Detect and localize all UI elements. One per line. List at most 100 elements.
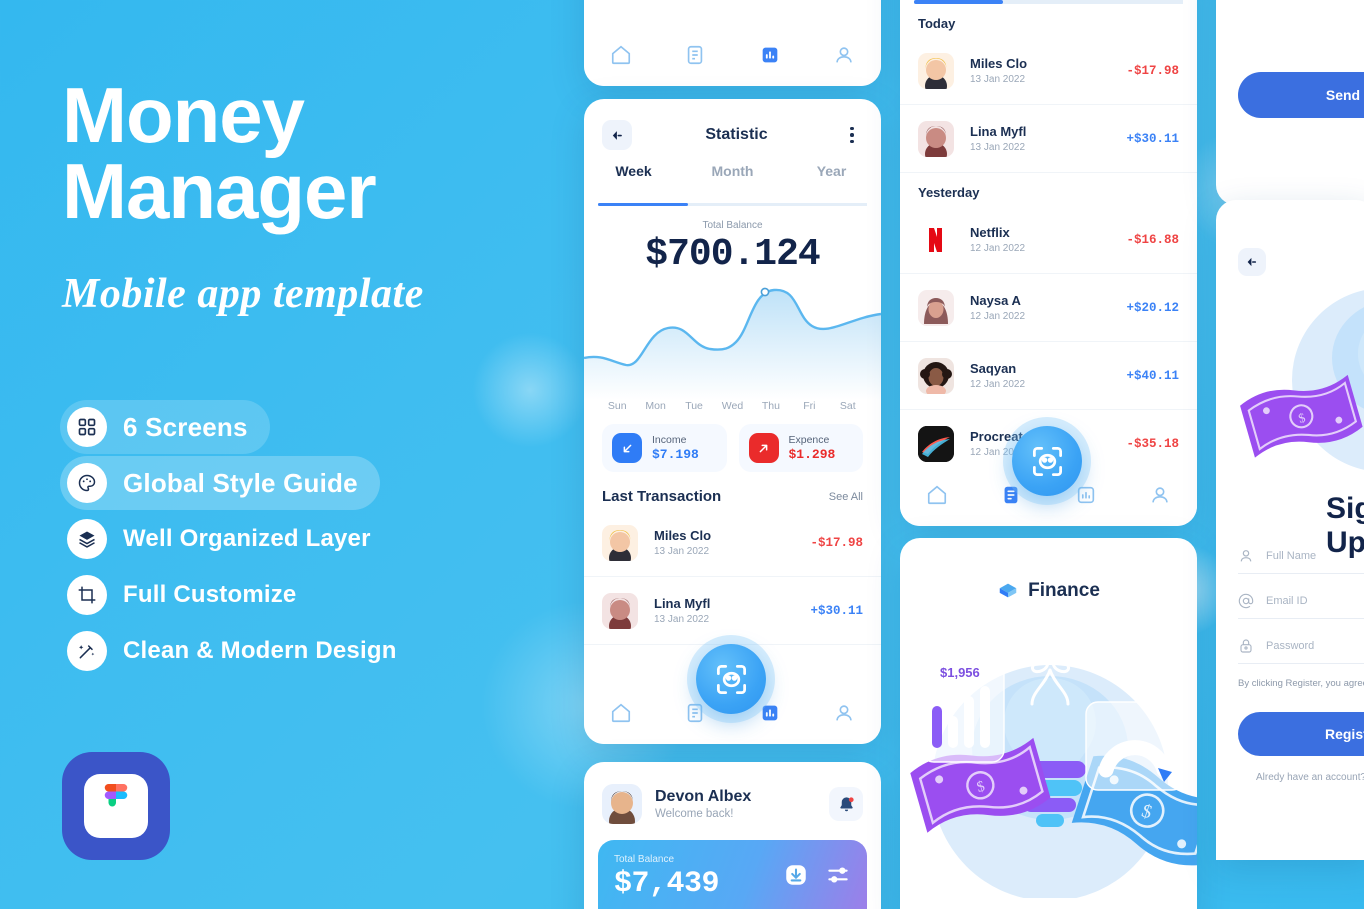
progress-bar [914, 0, 1183, 4]
nav-profile[interactable] [807, 44, 881, 66]
table-row[interactable]: Naysa A 12 Jan 2022 +$20.12 [900, 274, 1197, 342]
transaction-name: Lina Myfl [654, 596, 711, 611]
email-field[interactable]: Email ID [1238, 593, 1364, 619]
table-row[interactable]: Lina Myfl 13 Jan 2022 +$30.11 [584, 577, 881, 645]
chart-marker [760, 287, 770, 297]
row-text: Lina Myfl 13 Jan 2022 [970, 124, 1126, 153]
group-title-yesterday: Yesterday [918, 185, 980, 200]
back-arrow-icon [1247, 257, 1257, 267]
magic-wand-icon [67, 631, 107, 671]
axis-tick: Mon [645, 400, 666, 412]
table-row[interactable]: Miles Clo 13 Jan 2022 -$17.98 [900, 37, 1197, 105]
send-button[interactable]: Send [1238, 72, 1364, 118]
group-title-today: Today [918, 16, 956, 31]
transaction-amount: +$40.11 [1126, 368, 1179, 383]
see-all-link[interactable]: See All [829, 491, 863, 503]
tab-year[interactable]: Year [782, 163, 881, 203]
nav-home[interactable] [584, 702, 658, 724]
already-account-link[interactable]: Alredy have an account? [1256, 772, 1364, 783]
chart-icon [762, 705, 777, 721]
expence-card[interactable]: Expence $1.298 [738, 424, 863, 472]
scan-fab-button[interactable] [1012, 426, 1082, 496]
transaction-name: Miles Clo [654, 528, 712, 543]
chart-x-axis: Sun Mon Tue Wed Thu Fri Sat [584, 400, 881, 412]
nav-home[interactable] [900, 484, 974, 506]
feature-item-design: Clean & Modern Design [60, 624, 419, 678]
phone-home-screen: Devon Albex Welcome back! Total Balance … [584, 762, 881, 909]
download-icon[interactable] [783, 862, 809, 888]
phone-signup-screen: $ Sign Up Full Name Email ID Password By… [1216, 200, 1364, 860]
tab-week[interactable]: Week [584, 163, 683, 203]
balance-area-chart [584, 270, 881, 400]
transaction-name: Miles Clo [970, 56, 1028, 71]
more-vertical-icon[interactable] [841, 126, 863, 144]
transaction-amount: -$35.18 [1126, 436, 1179, 451]
password-placeholder: Password [1266, 640, 1315, 652]
procreate-logo [918, 425, 954, 462]
table-row[interactable]: Saqyan 12 Jan 2022 +$40.11 [900, 342, 1197, 410]
axis-tick: Sun [607, 400, 627, 412]
income-expense-cards: Income $7.198 Expence $1.298 [584, 412, 881, 472]
income-card[interactable]: Income $7.198 [602, 424, 727, 472]
fullname-field[interactable]: Full Name [1238, 548, 1364, 574]
crop-icon [67, 575, 107, 615]
transaction-date: 12 Jan 2022 [970, 243, 1026, 254]
nav-transactions[interactable] [658, 44, 732, 66]
period-tabs: Week Month Year [584, 163, 881, 203]
axis-tick: Tue [685, 400, 703, 412]
figma-logo-icon [104, 784, 128, 807]
transaction-date: 13 Jan 2022 [970, 74, 1026, 85]
finance-illustration: $ $ $1,956 [900, 608, 1197, 901]
notification-bell-icon[interactable] [829, 787, 863, 821]
promo-panel: Money Manager Mobile app template 6 Scre… [0, 0, 560, 909]
transaction-date: 12 Jan 2022 [970, 311, 1026, 322]
back-button[interactable] [1238, 248, 1266, 276]
avatar [602, 524, 638, 561]
axis-tick: Wed [721, 400, 744, 412]
feature-item-style-guide: Global Style Guide [60, 456, 380, 510]
feature-item-layers: Well Organized Layer [60, 512, 393, 566]
back-button[interactable] [602, 120, 632, 150]
feature-item-screens: 6 Screens [60, 400, 270, 454]
card-actions [783, 862, 851, 888]
balance-block: Total Balance $700.124 [584, 220, 881, 276]
axis-tick: Fri [803, 400, 816, 412]
list-settings-icon[interactable] [825, 862, 851, 888]
nav-statistics[interactable] [733, 44, 807, 66]
password-field[interactable]: Password [1238, 638, 1364, 664]
total-balance-card[interactable]: Total Balance $7,439 [598, 840, 867, 909]
transaction-amount: +$20.12 [1126, 300, 1179, 315]
table-row[interactable]: Miles Clo 13 Jan 2022 -$17.98 [584, 509, 881, 577]
balance-label: Total Balance [702, 220, 763, 231]
section-title: Last Transaction [602, 488, 722, 505]
tab-indicator [598, 203, 867, 206]
document-icon [688, 45, 703, 65]
avatar [918, 357, 954, 394]
scan-fab-button[interactable] [696, 644, 766, 714]
register-button[interactable]: Register [1238, 712, 1364, 756]
signup-illustration: $ [1234, 280, 1364, 490]
nav-home[interactable] [584, 44, 658, 66]
transaction-name: Lina Myfl [970, 124, 1027, 139]
scan-face-icon [1032, 446, 1062, 476]
row-text: Miles Clo 13 Jan 2022 [654, 528, 810, 557]
table-row[interactable]: Netflix 12 Jan 2022 -$16.88 [900, 206, 1197, 274]
grid-icon [67, 407, 107, 447]
nav-profile[interactable] [807, 702, 881, 724]
avatar [918, 120, 954, 157]
home-icon [612, 45, 631, 65]
email-placeholder: Email ID [1266, 595, 1308, 607]
page-title: Money Manager [62, 71, 502, 229]
feature-label: 6 Screens [123, 411, 248, 442]
transaction-date: 13 Jan 2022 [654, 614, 710, 625]
tab-month[interactable]: Month [683, 163, 782, 203]
title-line-1: Money [62, 71, 305, 159]
lock-icon [1240, 639, 1252, 653]
phone-finance-splash: Finance $ $ $1,956 [900, 538, 1197, 909]
nav-profile[interactable] [1123, 484, 1197, 506]
feature-label: Global Style Guide [123, 467, 358, 498]
row-text: Lina Myfl 13 Jan 2022 [654, 596, 810, 625]
transaction-name: Saqyan [970, 361, 1017, 376]
table-row[interactable]: Lina Myfl 13 Jan 2022 +$30.11 [900, 105, 1197, 173]
statistic-header: Statistic [584, 107, 881, 163]
